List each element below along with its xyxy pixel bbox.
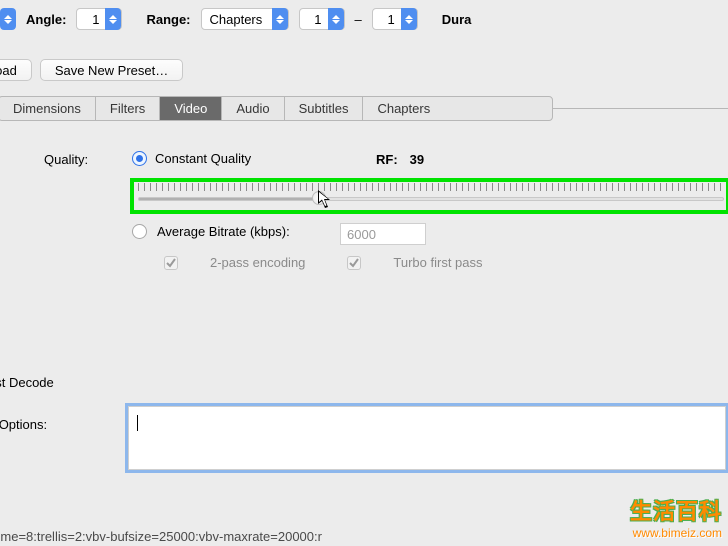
watermark: 生活百科 www.bimeiz.com — [630, 494, 722, 540]
average-bitrate-row: Average Bitrate (kbps): — [132, 224, 290, 239]
quality-slider[interactable] — [138, 183, 724, 207]
turbo-checkbox[interactable] — [347, 256, 361, 270]
stepper-arrows-icon[interactable] — [328, 8, 344, 30]
two-pass-checkbox[interactable] — [164, 256, 178, 270]
select-arrows-icon[interactable] — [272, 8, 288, 30]
save-preset-button[interactable]: Save New Preset… — [40, 59, 183, 81]
tab-dimensions[interactable]: Dimensions — [0, 97, 96, 120]
range-type-select[interactable]: Chapters — [201, 8, 289, 30]
bitrate-options: 2-pass encoding Turbo first pass — [164, 255, 483, 270]
quality-label: Quality: — [44, 152, 88, 167]
watermark-url: www.bimeiz.com — [630, 526, 722, 540]
range-to-stepper[interactable]: 1 — [372, 8, 418, 30]
tab-video[interactable]: Video — [160, 97, 222, 120]
preset-button-row: eload Save New Preset… — [0, 56, 728, 84]
check-icon — [166, 258, 176, 268]
additional-options-input[interactable] — [128, 406, 726, 470]
range-type-value: Chapters — [202, 12, 272, 27]
source-options-row: Angle: 1 Range: Chapters 1 – 1 Dura — [0, 6, 728, 32]
reload-button[interactable]: eload — [0, 59, 32, 81]
rf-readout: RF: 39 — [376, 152, 424, 167]
bitrate-input[interactable]: 6000 — [340, 223, 426, 245]
angle-stepper[interactable]: 1 — [76, 8, 122, 30]
angle-label: Angle: — [26, 12, 66, 27]
constant-quality-radio[interactable] — [132, 151, 147, 166]
slider-ticks — [138, 183, 724, 191]
constant-quality-row: Constant Quality — [132, 151, 251, 166]
settings-tabbar: Dimensions Filters Video Audio Subtitles… — [0, 96, 728, 121]
average-bitrate-radio[interactable] — [132, 224, 147, 239]
angle-value[interactable]: 1 — [77, 12, 105, 27]
cursor-icon — [318, 190, 334, 210]
tab-chapters[interactable]: Chapters — [363, 97, 444, 120]
range-from-stepper[interactable]: 1 — [299, 8, 345, 30]
watermark-title: 生活百科 — [630, 494, 722, 526]
duration-label: Dura — [442, 12, 472, 27]
tab-filters[interactable]: Filters — [96, 97, 160, 120]
range-label: Range: — [146, 12, 190, 27]
range-to-value[interactable]: 1 — [373, 12, 401, 27]
title-stepper-icon[interactable] — [0, 8, 16, 30]
slider-track[interactable] — [138, 197, 724, 201]
text-caret — [137, 415, 138, 431]
rf-label: RF: — [376, 152, 398, 167]
bitrate-placeholder: 6000 — [347, 227, 376, 242]
average-bitrate-label: Average Bitrate (kbps): — [157, 224, 290, 239]
stepper-arrows-icon[interactable] — [401, 8, 417, 30]
stepper-arrows-icon[interactable] — [105, 8, 121, 30]
turbo-label: Turbo first pass — [393, 255, 482, 270]
tab-audio[interactable]: Audio — [222, 97, 284, 120]
check-icon — [349, 258, 359, 268]
tab-subtitles[interactable]: Subtitles — [285, 97, 364, 120]
x264-params-text: lct=0:subme=8:trellis=2:vbv-bufsize=2500… — [0, 529, 322, 544]
fast-decode-label: ast Decode — [0, 375, 54, 390]
range-from-value[interactable]: 1 — [300, 12, 328, 27]
range-dash: – — [355, 12, 362, 27]
constant-quality-label: Constant Quality — [155, 151, 251, 166]
rf-value: 39 — [410, 152, 424, 167]
additional-options-label: tional Options: — [0, 417, 47, 432]
two-pass-label: 2-pass encoding — [210, 255, 305, 270]
